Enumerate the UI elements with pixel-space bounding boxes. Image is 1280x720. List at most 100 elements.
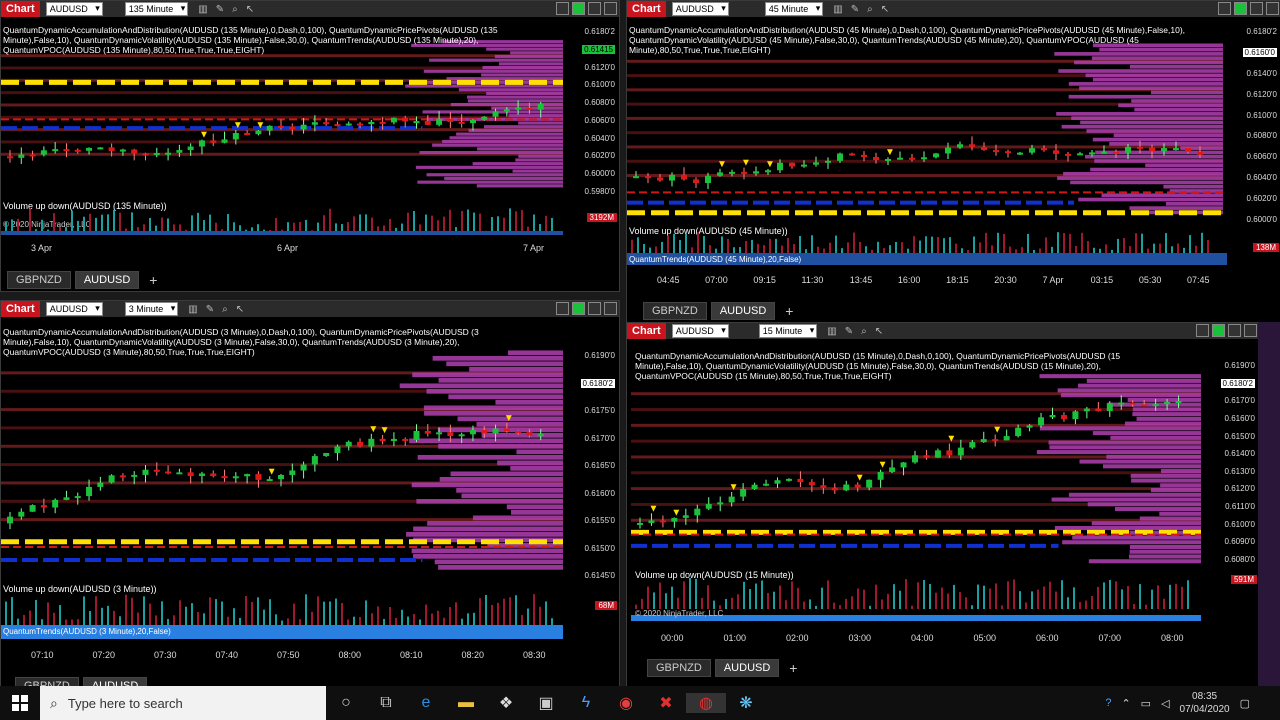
tab-audusd[interactable]: AUDUSD (710, 302, 776, 320)
minimize-button[interactable] (1218, 2, 1231, 15)
link-button[interactable] (1234, 2, 1247, 15)
restore-button[interactable] (588, 302, 601, 315)
volume-bar (707, 585, 709, 609)
tab-audusd[interactable]: AUDUSD (714, 659, 780, 677)
volume-bar (1117, 238, 1119, 253)
clock[interactable]: 08:35 07/04/2020 (1180, 690, 1230, 716)
minimize-button[interactable] (556, 302, 569, 315)
zoom-icon[interactable]: ⌕ (861, 326, 867, 337)
task-view-icon[interactable]: ⧉ (366, 694, 406, 712)
tab-gbpnzd[interactable]: GBPNZD (647, 659, 711, 677)
candle (311, 456, 318, 465)
chevron-up-icon[interactable]: ⌃ (1121, 697, 1130, 710)
candle (86, 486, 93, 497)
add-tab-button[interactable]: + (143, 272, 163, 288)
help-icon[interactable]: ? (1105, 697, 1111, 709)
pointer-icon[interactable]: ↖ (246, 4, 254, 15)
ninjatrader-icon[interactable]: ◍ (686, 693, 726, 713)
candle (221, 139, 228, 143)
minimize-button[interactable] (1196, 324, 1209, 337)
zoom-icon[interactable]: ⌕ (232, 4, 238, 15)
minimize-button[interactable] (556, 2, 569, 15)
close-button[interactable] (1266, 2, 1279, 15)
taskbar-search[interactable]: ⌕ Type here to search (40, 686, 326, 720)
notification-icon[interactable]: ▢ (1240, 697, 1250, 710)
bars-icon[interactable]: ▥ (188, 304, 197, 315)
link-button[interactable] (572, 302, 585, 315)
pivot-band (631, 408, 1201, 412)
interval-select[interactable]: 135 Minute (124, 2, 189, 16)
candle (187, 472, 194, 477)
lightning-icon[interactable]: ϟ (566, 694, 606, 712)
edge-icon[interactable]: e (406, 694, 446, 712)
candle (1083, 408, 1090, 412)
interval-select[interactable]: 45 Minute (764, 2, 824, 16)
settings-app-icon[interactable]: ❋ (726, 693, 766, 713)
pivot-band (1, 463, 563, 467)
instrument-select[interactable]: AUDUSD (45, 2, 103, 16)
file-explorer-icon[interactable]: ▬ (446, 694, 486, 712)
tab-gbpnzd[interactable]: GBPNZD (7, 271, 71, 289)
instrument-select[interactable]: AUDUSD (45, 302, 103, 316)
close-button[interactable] (604, 2, 617, 15)
vpoc-bar (476, 184, 563, 188)
volume-bar (473, 612, 475, 625)
add-tab-button[interactable]: + (783, 660, 803, 676)
volume-bar (1045, 237, 1047, 253)
restore-button[interactable] (1250, 2, 1263, 15)
draw-icon[interactable]: ✎ (851, 4, 859, 15)
app-x-icon[interactable]: ✖ (646, 693, 686, 713)
zoom-icon[interactable]: ⌕ (867, 4, 873, 15)
bars-icon[interactable]: ▥ (827, 326, 836, 337)
add-tab-button[interactable]: + (779, 303, 799, 319)
draw-icon[interactable]: ✎ (845, 326, 853, 337)
price-axis: 0.6190'0 0.6180'2 0.6175'0 0.6170'0 0.6165'0… (563, 343, 619, 580)
vpoc-bar (483, 125, 563, 129)
candle (131, 474, 138, 477)
time-axis: 07:10 07:20 07:30 07:40 07:50 08:00 08:10 08:20… (1, 650, 563, 662)
draw-icon[interactable]: ✎ (206, 304, 214, 315)
restore-button[interactable] (1228, 324, 1241, 337)
restore-button[interactable] (588, 2, 601, 15)
pointer-icon[interactable]: ↖ (875, 326, 883, 337)
start-button[interactable] (0, 686, 40, 720)
dropbox-icon[interactable]: ❖ (486, 693, 526, 713)
close-button[interactable] (604, 302, 617, 315)
interval-select[interactable]: 3 Minute (124, 302, 179, 316)
vpoc-bar (446, 361, 563, 367)
copyright-text: QuantumTrends(AUDUSD (45 Minute),20,Fals… (629, 255, 802, 264)
network-icon[interactable]: ▭ (1141, 697, 1151, 710)
volume-bar (173, 615, 175, 625)
volume-bar (455, 602, 457, 625)
vpoc-bar (1129, 206, 1223, 210)
time-axis-scroll[interactable] (1, 231, 563, 235)
link-button[interactable] (572, 2, 585, 15)
vpoc-bar (1132, 412, 1201, 417)
bars-icon[interactable]: ▥ (198, 4, 207, 15)
tab-audusd[interactable]: AUDUSD (74, 271, 140, 289)
candle (537, 434, 544, 437)
interval-select[interactable]: 15 Minute (758, 324, 818, 338)
cortana-icon[interactable]: ○ (326, 694, 366, 712)
draw-icon[interactable]: ✎ (216, 4, 224, 15)
pointer-icon[interactable]: ↖ (236, 304, 244, 315)
price-tick: 0.6120'0 (1246, 89, 1277, 99)
time-tick: 01:00 (723, 633, 747, 643)
instrument-select[interactable]: AUDUSD (671, 324, 729, 338)
instrument-select[interactable]: AUDUSD (671, 2, 729, 16)
pointer-icon[interactable]: ↖ (881, 4, 889, 15)
zoom-icon[interactable]: ⌕ (222, 304, 228, 315)
candle (789, 162, 795, 167)
vpoc-bar (1072, 535, 1201, 540)
price-plot[interactable]: ▼▼▼▼ (1, 319, 563, 581)
tab-gbpnzd[interactable]: GBPNZD (643, 302, 707, 320)
candle (492, 111, 499, 117)
close-button[interactable] (1244, 324, 1257, 337)
link-button[interactable] (1212, 324, 1225, 337)
chrome-icon[interactable]: ◉ (606, 693, 646, 713)
vpoc-bar (468, 99, 563, 103)
volume-icon[interactable]: ◁ (1161, 697, 1169, 710)
vpoc-bar (434, 559, 563, 565)
bars-icon[interactable]: ▥ (833, 4, 842, 15)
store-icon[interactable]: ▣ (526, 693, 566, 713)
